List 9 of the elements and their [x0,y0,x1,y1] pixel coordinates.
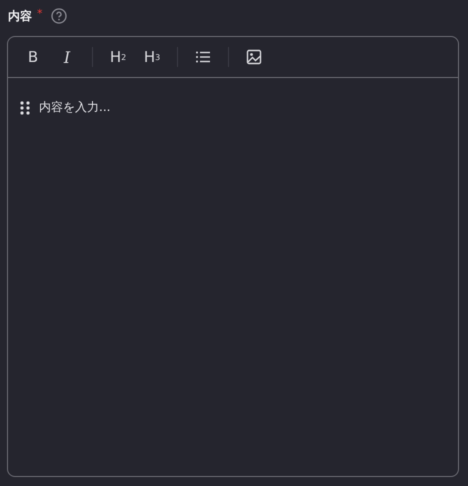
help-icon[interactable] [50,8,66,24]
drag-handle-icon[interactable] [20,100,30,114]
placeholder-text: 内容を入力... [39,99,110,116]
required-mark: * [37,6,42,20]
list-icon [195,49,211,65]
format-button[interactable]: B [18,43,48,71]
format-button[interactable]: I [52,43,82,71]
image-icon [246,49,262,65]
field-label: 内容 [8,8,32,24]
